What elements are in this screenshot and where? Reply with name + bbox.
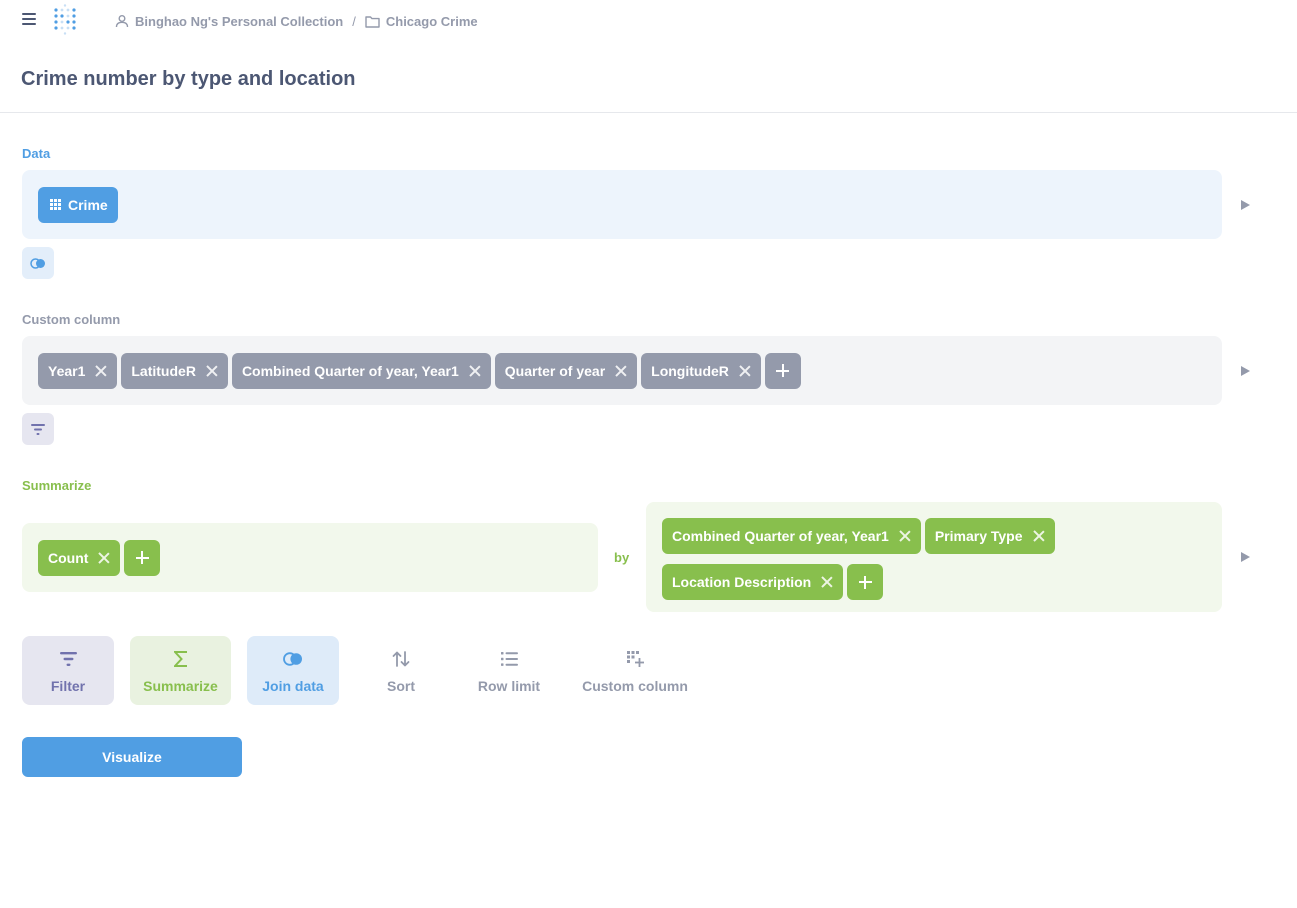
data-step-label: Data: [22, 146, 51, 161]
visualize-button[interactable]: Visualize: [22, 737, 242, 777]
summarize-step-label: Summarize: [22, 478, 92, 493]
data-step-box: Crime: [22, 170, 1222, 239]
custom-column-label: Year1: [48, 362, 86, 379]
preview-data-step-icon[interactable]: [1241, 200, 1250, 210]
filter-mini-button[interactable]: [22, 413, 54, 445]
add-column-icon: [626, 650, 644, 667]
breadcrumb: Binghao Ng's Personal Collection / Chica…: [115, 12, 478, 30]
join-action-label: Join data: [262, 677, 324, 694]
breakout-label: Location Description: [672, 574, 812, 590]
breakout-pill[interactable]: Primary Type: [924, 518, 1055, 554]
custom-column-pill[interactable]: LongitudeR: [641, 352, 761, 389]
breakout-pill[interactable]: Location Description: [662, 564, 844, 600]
summarize-metrics-box: Count: [22, 523, 598, 592]
summarize-breakouts-box: Combined Quarter of year, Year1 Primary …: [646, 502, 1222, 612]
by-label: by: [614, 550, 630, 565]
custom-column-pill[interactable]: Year1: [38, 352, 118, 389]
add-breakout-button[interactable]: [847, 564, 884, 600]
person-icon: [115, 15, 129, 28]
data-source-label: Crime: [68, 196, 108, 213]
custom-column-label: LatitudeR: [131, 362, 196, 379]
remove-icon[interactable]: [206, 365, 218, 377]
remove-icon[interactable]: [739, 365, 751, 377]
remove-icon[interactable]: [899, 530, 911, 542]
breadcrumb-folder[interactable]: Chicago Crime: [365, 14, 478, 29]
join-mini-button[interactable]: [22, 247, 54, 279]
filter-icon: [59, 651, 77, 666]
custom-column-action-label: Custom column: [582, 677, 688, 694]
breakout-label: Primary Type: [934, 528, 1023, 544]
row-limit-action-label: Row limit: [477, 677, 541, 694]
summarize-action-label: Summarize: [143, 677, 218, 694]
custom-column-pill[interactable]: LatitudeR: [121, 352, 228, 389]
top-bar: Binghao Ng's Personal Collection / Chica…: [0, 0, 1297, 40]
custom-column-label: Combined Quarter of year, Year1: [241, 362, 459, 379]
custom-column-step-label: Custom column: [22, 312, 121, 327]
row-limit-action-button[interactable]: Row limit: [464, 636, 554, 705]
join-action-button[interactable]: Join data: [247, 636, 339, 705]
folder-icon: [365, 15, 380, 28]
breadcrumb-separator: /: [352, 13, 356, 29]
remove-icon[interactable]: [1033, 530, 1045, 542]
summarize-action-button[interactable]: Summarize: [130, 636, 231, 705]
remove-icon[interactable]: [98, 552, 110, 564]
custom-column-action-button[interactable]: Custom column: [580, 636, 690, 705]
sort-action-label: Sort: [387, 677, 415, 694]
sort-action-button[interactable]: Sort: [356, 636, 446, 705]
breadcrumb-collection-label: Binghao Ng's Personal Collection: [135, 13, 344, 29]
metric-label: Count: [48, 549, 89, 566]
custom-column-pill[interactable]: Combined Quarter of year, Year1: [231, 352, 491, 389]
list-icon: [500, 651, 518, 666]
remove-icon[interactable]: [821, 576, 833, 588]
breadcrumb-collection[interactable]: Binghao Ng's Personal Collection: [115, 14, 343, 29]
custom-column-pill[interactable]: Quarter of year: [494, 352, 638, 389]
custom-column-step-box: Year1 LatitudeR Combined Quarter of year…: [22, 336, 1222, 405]
remove-icon[interactable]: [615, 365, 627, 377]
breakout-pill[interactable]: Combined Quarter of year, Year1: [662, 518, 921, 554]
custom-column-label: Quarter of year: [504, 362, 606, 379]
header-divider: [0, 112, 1297, 113]
breakout-label: Combined Quarter of year, Year1: [672, 528, 889, 544]
preview-custom-column-step-icon[interactable]: [1241, 366, 1250, 376]
breadcrumb-folder-label: Chicago Crime: [385, 13, 478, 29]
hamburger-menu-icon[interactable]: [22, 13, 36, 25]
add-metric-button[interactable]: [124, 539, 161, 576]
join-icon: [30, 257, 45, 269]
sigma-icon: [173, 650, 187, 667]
table-grid-icon: [50, 199, 61, 210]
metric-pill[interactable]: Count: [38, 539, 121, 576]
data-source-pill[interactable]: Crime: [38, 186, 118, 223]
custom-column-label: LongitudeR: [651, 362, 729, 379]
filter-action-button[interactable]: Filter: [22, 636, 114, 705]
preview-summarize-step-icon[interactable]: [1241, 552, 1250, 562]
page-title: Crime number by type and location: [21, 68, 356, 90]
filter-icon: [31, 423, 45, 435]
add-custom-column-button[interactable]: [764, 352, 801, 389]
filter-action-label: Filter: [50, 677, 86, 694]
join-icon: [283, 651, 302, 666]
sort-icon: [392, 650, 410, 667]
remove-icon[interactable]: [469, 365, 481, 377]
remove-icon[interactable]: [95, 365, 107, 377]
metabase-logo[interactable]: [52, 4, 80, 36]
